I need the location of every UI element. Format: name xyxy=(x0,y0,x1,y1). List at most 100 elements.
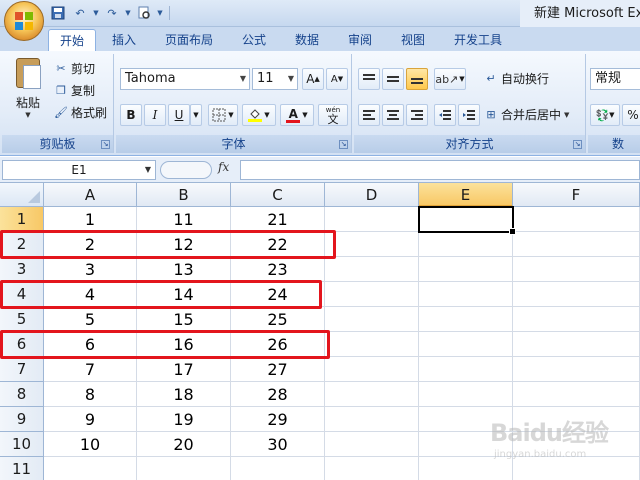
cell-c10[interactable]: 30 xyxy=(231,432,325,457)
cell-d8[interactable] xyxy=(325,382,419,407)
clipboard-launcher-icon[interactable]: ↘ xyxy=(101,140,110,149)
phonetic-guide-button[interactable]: wén 文 xyxy=(318,104,348,126)
cell-e3[interactable] xyxy=(419,257,513,282)
tab-view[interactable]: 视图 xyxy=(389,29,437,51)
tab-review[interactable]: 审阅 xyxy=(336,29,384,51)
cell-b9[interactable]: 19 xyxy=(137,407,231,432)
tab-page-layout[interactable]: 页面布局 xyxy=(157,29,221,51)
row-header-11[interactable]: 11 xyxy=(0,457,44,480)
cell-b8[interactable]: 18 xyxy=(137,382,231,407)
column-header-a[interactable]: A xyxy=(44,183,137,207)
tab-data[interactable]: 数据 xyxy=(283,29,331,51)
cell-f7[interactable] xyxy=(513,357,640,382)
cell-a3[interactable]: 3 xyxy=(44,257,137,282)
cell-b3[interactable]: 13 xyxy=(137,257,231,282)
cell-d9[interactable] xyxy=(325,407,419,432)
redo-icon[interactable]: ↷ xyxy=(102,3,122,23)
column-header-d[interactable]: D xyxy=(325,183,419,207)
cell-d1[interactable] xyxy=(325,207,419,232)
cell-c8[interactable]: 28 xyxy=(231,382,325,407)
align-center-button[interactable] xyxy=(382,104,404,126)
font-color-button[interactable]: A ▼ xyxy=(280,104,314,126)
cell-c1[interactable]: 21 xyxy=(231,207,325,232)
cell-a9[interactable]: 9 xyxy=(44,407,137,432)
cell-b7[interactable]: 17 xyxy=(137,357,231,382)
redo-dropdown-icon[interactable]: ▼ xyxy=(124,3,132,23)
cell-a5[interactable]: 5 xyxy=(44,307,137,332)
cell-e2[interactable] xyxy=(419,232,513,257)
cell-d7[interactable] xyxy=(325,357,419,382)
underline-button[interactable]: U xyxy=(168,104,190,126)
office-button[interactable] xyxy=(4,1,44,41)
column-header-c[interactable]: C xyxy=(231,183,325,207)
formula-input[interactable] xyxy=(240,160,640,180)
tab-formulas[interactable]: 公式 xyxy=(230,29,278,51)
insert-function-button[interactable]: fx xyxy=(218,160,229,174)
cell-d6[interactable] xyxy=(325,332,419,357)
cell-e7[interactable] xyxy=(419,357,513,382)
row-header-3[interactable]: 3 xyxy=(0,257,44,282)
alignment-launcher-icon[interactable]: ↘ xyxy=(573,140,582,149)
shrink-font-button[interactable]: A ▼ xyxy=(326,68,348,90)
tab-insert[interactable]: 插入 xyxy=(100,29,148,51)
cell-f8[interactable] xyxy=(513,382,640,407)
format-painter-button[interactable]: 🖌 格式刷 xyxy=(54,103,107,123)
column-header-e[interactable]: E xyxy=(419,183,513,207)
row-header-10[interactable]: 10 xyxy=(0,432,44,457)
cell-a1[interactable]: 1 xyxy=(44,207,137,232)
cut-button[interactable]: ✂ 剪切 xyxy=(54,59,95,79)
name-box[interactable]: E1 ▼ xyxy=(2,160,156,180)
cell-c11[interactable] xyxy=(231,457,325,480)
cell-f4[interactable] xyxy=(513,282,640,307)
copy-button[interactable]: ❐ 复制 xyxy=(54,81,95,101)
cell-b10[interactable]: 20 xyxy=(137,432,231,457)
cell-c5[interactable]: 25 xyxy=(231,307,325,332)
print-preview-icon[interactable] xyxy=(134,3,154,23)
decrease-indent-button[interactable] xyxy=(434,104,456,126)
align-right-button[interactable] xyxy=(406,104,428,126)
cell-f3[interactable] xyxy=(513,257,640,282)
bold-button[interactable]: B xyxy=(120,104,142,126)
undo-dropdown-icon[interactable]: ▼ xyxy=(92,3,100,23)
cell-e6[interactable] xyxy=(419,332,513,357)
increase-indent-button[interactable] xyxy=(458,104,480,126)
cell-a11[interactable] xyxy=(44,457,137,480)
align-bottom-button[interactable] xyxy=(406,68,428,90)
cell-d11[interactable] xyxy=(325,457,419,480)
number-format-combo[interactable]: 常规 xyxy=(590,68,640,90)
cell-c7[interactable]: 27 xyxy=(231,357,325,382)
font-size-combo[interactable]: 11 ▼ xyxy=(252,68,298,90)
cell-e8[interactable] xyxy=(419,382,513,407)
wrap-text-button[interactable]: ↵ 自动换行 xyxy=(484,68,549,90)
font-name-combo[interactable]: Tahoma ▼ xyxy=(120,68,250,90)
cell-d10[interactable] xyxy=(325,432,419,457)
fill-color-button[interactable]: ▼ xyxy=(242,104,276,126)
cell-c3[interactable]: 23 xyxy=(231,257,325,282)
cell-b1[interactable]: 11 xyxy=(137,207,231,232)
cell-a7[interactable]: 7 xyxy=(44,357,137,382)
orientation-button[interactable]: ab↗ ▼ xyxy=(434,68,466,90)
tab-home[interactable]: 开始 xyxy=(48,29,96,51)
paste-button[interactable]: 粘贴 ▼ xyxy=(8,58,48,128)
select-all-button[interactable] xyxy=(0,183,44,207)
cell-d4[interactable] xyxy=(325,282,419,307)
cell-f2[interactable] xyxy=(513,232,640,257)
italic-button[interactable]: I xyxy=(144,104,166,126)
cell-e5[interactable] xyxy=(419,307,513,332)
align-top-button[interactable] xyxy=(358,68,380,90)
percent-button[interactable]: % xyxy=(622,104,640,126)
cell-e4[interactable] xyxy=(419,282,513,307)
cell-a8[interactable]: 8 xyxy=(44,382,137,407)
cell-f1[interactable] xyxy=(513,207,640,232)
row-header-8[interactable]: 8 xyxy=(0,382,44,407)
borders-button[interactable]: ▼ xyxy=(208,104,238,126)
cell-d3[interactable] xyxy=(325,257,419,282)
accounting-format-button[interactable]: 💱 ▼ xyxy=(590,104,620,126)
row-header-7[interactable]: 7 xyxy=(0,357,44,382)
tab-developer[interactable]: 开发工具 xyxy=(444,29,512,51)
undo-icon[interactable]: ↶ xyxy=(70,3,90,23)
cell-f5[interactable] xyxy=(513,307,640,332)
row-header-5[interactable]: 5 xyxy=(0,307,44,332)
qat-customize-icon[interactable]: ▼ xyxy=(156,3,164,23)
font-launcher-icon[interactable]: ↘ xyxy=(339,140,348,149)
